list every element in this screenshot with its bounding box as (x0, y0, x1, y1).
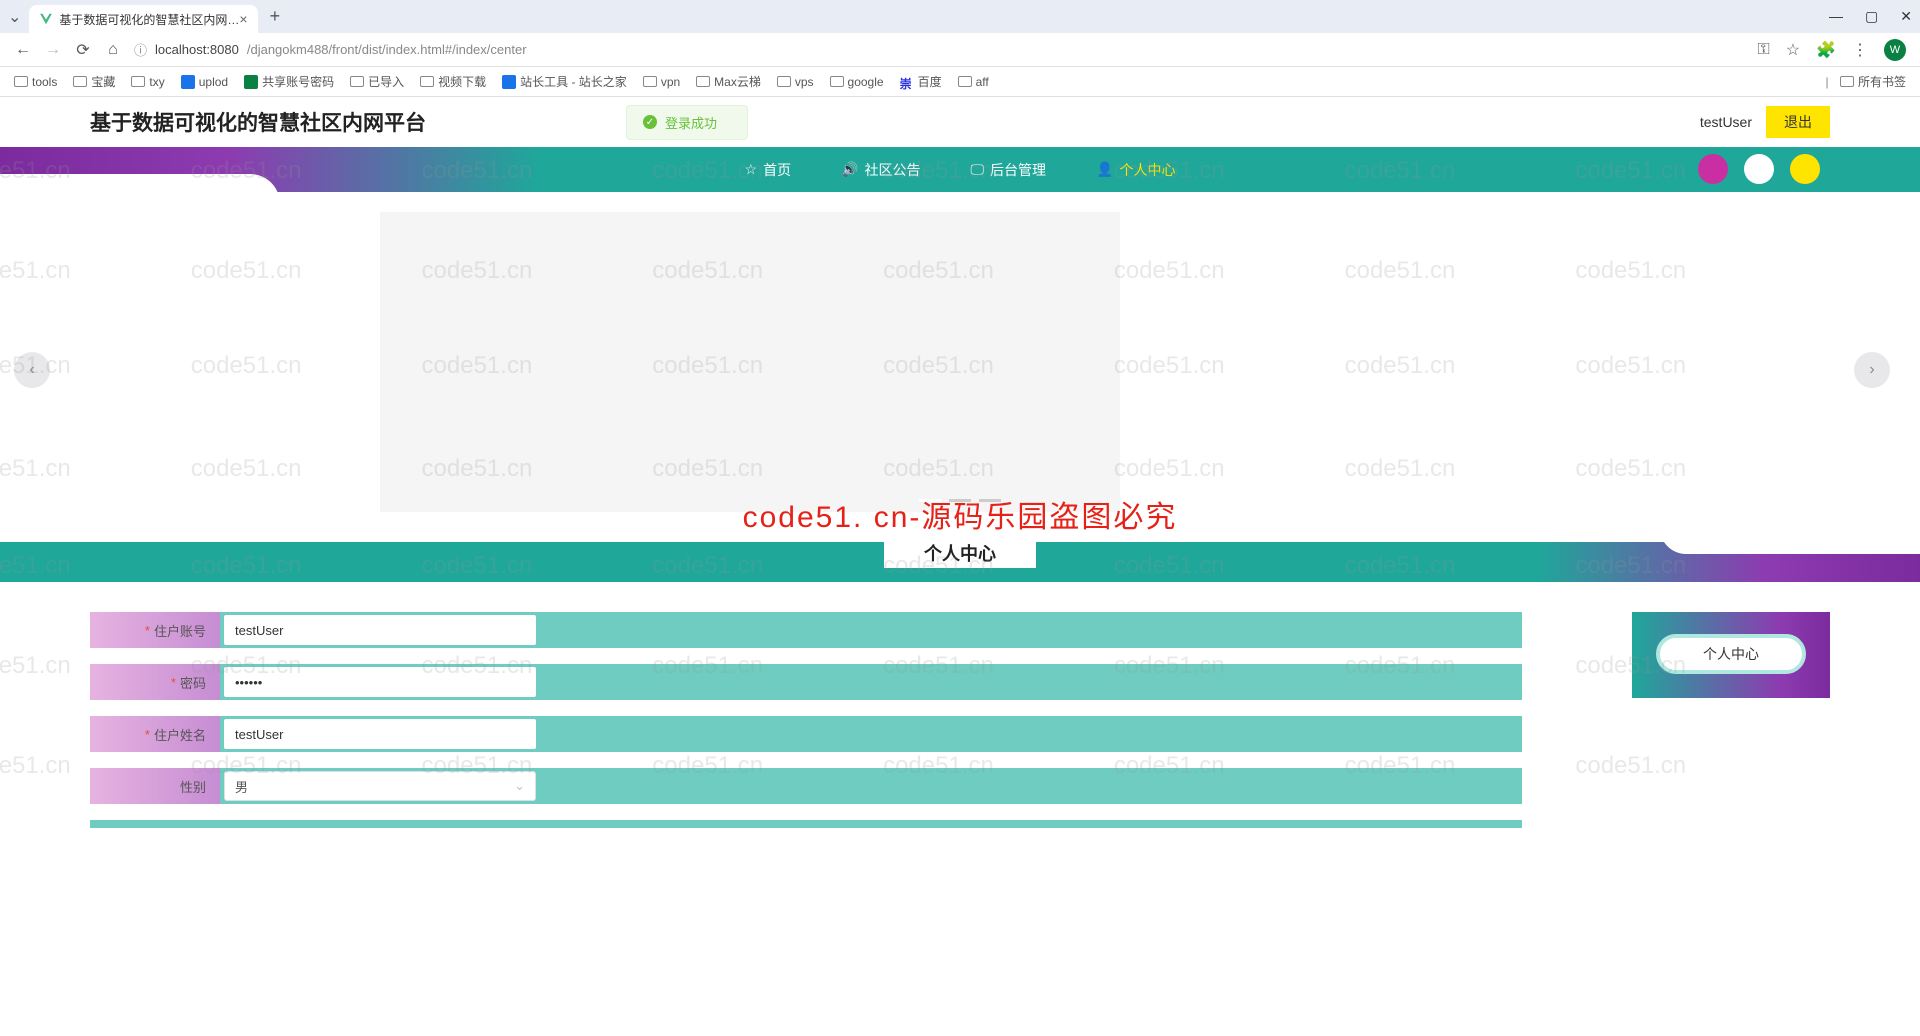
vue-icon (39, 12, 53, 26)
info-icon[interactable]: ⓘ (134, 40, 147, 59)
menu-icon[interactable]: ⋮ (1852, 40, 1868, 60)
bookmark-shared[interactable]: 共享账号密码 (244, 73, 334, 90)
carousel-indicators (919, 499, 1001, 502)
current-user: testUser (1700, 114, 1752, 130)
profile-shortcut-button[interactable]: 个人中心 (1656, 634, 1806, 674)
section-title: 个人中心 (924, 544, 996, 564)
carousel-dot[interactable] (919, 499, 941, 502)
monitor-icon: 🖵 (971, 161, 985, 178)
field-name: *住户姓名 (90, 716, 1522, 752)
bookmark-max[interactable]: Max云梯 (696, 73, 761, 90)
chevron-down-icon: ⌄ (514, 778, 525, 794)
carousel-next-icon[interactable]: › (1854, 352, 1890, 388)
bookmark-uplod[interactable]: uplod (181, 75, 228, 89)
theme-dot-3[interactable] (1790, 154, 1820, 184)
refresh-icon[interactable]: ⟳ (74, 40, 92, 60)
side-panel: 个人中心 (1632, 612, 1830, 698)
field-gender: 性别 男 ⌄ (90, 768, 1522, 804)
field-password: *密码 (90, 664, 1522, 700)
close-window-icon[interactable]: ✕ (1900, 8, 1912, 25)
bookmark-txy[interactable]: txy (131, 75, 164, 89)
profile-avatar[interactable]: W (1884, 39, 1906, 61)
bookmark-video[interactable]: 视频下载 (420, 73, 486, 90)
star-outline-icon: ☆ (745, 161, 758, 178)
star-icon[interactable]: ☆ (1786, 40, 1800, 60)
field-account: *住户账号 (90, 612, 1522, 648)
bookmark-tools[interactable]: tools (14, 75, 57, 89)
bookmark-vps[interactable]: vps (777, 75, 814, 89)
gender-select[interactable]: 男 ⌄ (224, 771, 536, 801)
carousel-slide (380, 212, 1120, 512)
url-host: localhost:8080 (155, 42, 239, 57)
window-controls: — ▢ ✕ (1829, 8, 1912, 25)
all-bookmarks[interactable]: | 所有书签 (1826, 73, 1906, 90)
url-path: /djangokm488/front/dist/index.html#/inde… (247, 42, 527, 57)
minimize-icon[interactable]: — (1829, 8, 1843, 25)
bookmark-imported[interactable]: 已导入 (350, 73, 404, 90)
user-icon: 👤 (1096, 161, 1113, 178)
carousel-prev-icon[interactable]: ‹ (14, 352, 50, 388)
tab-title: 基于数据可视化的智慧社区内网… (59, 11, 239, 28)
password-input[interactable] (224, 667, 536, 697)
name-input[interactable] (224, 719, 536, 749)
close-icon[interactable]: × (239, 11, 247, 27)
browser-tab[interactable]: 基于数据可视化的智慧社区内网… × (29, 5, 257, 33)
nav-admin[interactable]: 🖵后台管理 (971, 160, 1047, 180)
home-icon[interactable]: ⌂ (104, 41, 122, 59)
carousel-dot[interactable] (979, 499, 1001, 502)
bookmark-google[interactable]: google (830, 75, 884, 89)
theme-dot-2[interactable] (1744, 154, 1774, 184)
toast-text: 登录成功 (665, 113, 717, 132)
maximize-icon[interactable]: ▢ (1865, 8, 1878, 25)
bookmarks-bar: tools 宝藏 txy uplod 共享账号密码 已导入 视频下载 站长工具 … (0, 67, 1920, 97)
site-title: 基于数据可视化的智慧社区内网平台 (90, 107, 426, 137)
theme-dot-1[interactable] (1698, 154, 1728, 184)
carousel-dot[interactable] (949, 499, 971, 502)
success-toast: ✓ 登录成功 (626, 105, 748, 140)
nav-home[interactable]: ☆首页 (745, 160, 792, 180)
field-next (90, 820, 1522, 828)
main-nav: ☆首页 🔊社区公告 🖵后台管理 👤个人中心 (0, 147, 1920, 192)
browser-tab-bar: ⌄ 基于数据可视化的智慧社区内网… × + — ▢ ✕ (0, 0, 1920, 33)
bookmark-vpn[interactable]: vpn (643, 75, 680, 89)
bookmark-zhanzhang[interactable]: 站长工具 - 站长之家 (502, 73, 627, 90)
password-icon[interactable]: ⚿ (1758, 41, 1770, 59)
new-tab-button[interactable]: + (270, 6, 281, 27)
bookmark-aff[interactable]: aff (958, 75, 989, 89)
page-header: 基于数据可视化的智慧社区内网平台 ✓ 登录成功 testUser 退出 (0, 97, 1920, 147)
forward-icon[interactable]: → (44, 41, 62, 59)
nav-profile[interactable]: 👤个人中心 (1096, 160, 1175, 180)
url-field[interactable]: ⓘ localhost:8080/djangokm488/front/dist/… (134, 40, 1746, 59)
profile-form: *住户账号 *密码 *住户姓名 性别 男 ⌄ (90, 612, 1522, 828)
bookmark-baidu[interactable]: 崇百度 (900, 73, 942, 90)
carousel: ‹ › (0, 212, 1920, 532)
check-icon: ✓ (643, 115, 657, 129)
section-header: 个人中心 (0, 542, 1920, 582)
back-icon[interactable]: ← (14, 41, 32, 59)
nav-announce[interactable]: 🔊社区公告 (841, 160, 920, 180)
speaker-icon: 🔊 (841, 161, 858, 178)
address-bar: ← → ⟳ ⌂ ⓘ localhost:8080/djangokm488/fro… (0, 33, 1920, 67)
account-input[interactable] (224, 615, 536, 645)
tab-dropdown-icon[interactable]: ⌄ (8, 7, 21, 27)
logout-button[interactable]: 退出 (1766, 106, 1830, 138)
bookmark-baozang[interactable]: 宝藏 (73, 73, 115, 90)
extensions-icon[interactable]: 🧩 (1816, 40, 1836, 60)
